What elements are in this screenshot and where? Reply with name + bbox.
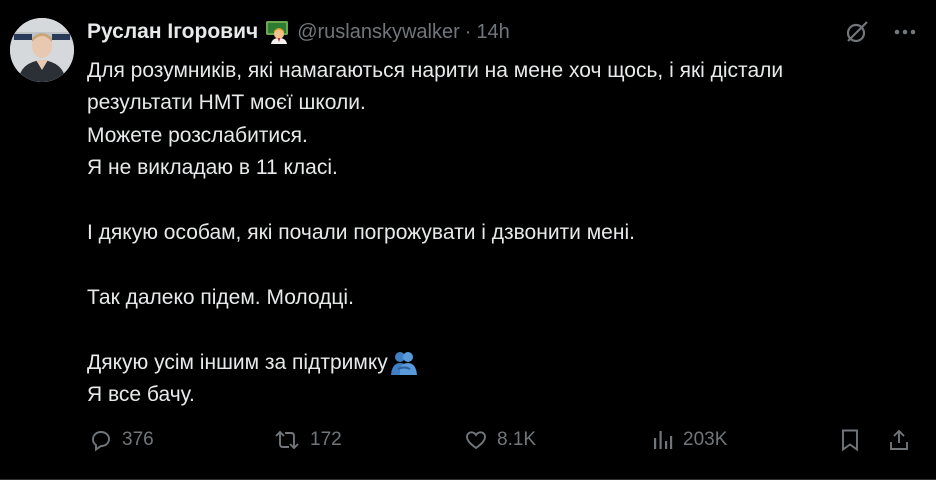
tweet-text-line: І дякую особам, які почали погрожувати і…: [87, 220, 635, 244]
reply-icon: [92, 431, 110, 452]
views-button[interactable]: 203K: [652, 424, 727, 456]
bookmark-icon: [842, 429, 858, 452]
reply-count: 376: [122, 429, 154, 450]
tweet-text-line: Так далеко підем. Молодці.: [87, 285, 354, 309]
display-name[interactable]: Руслан Ігорович: [87, 20, 258, 44]
tweet-top-actions: [844, 19, 916, 45]
bookmark-button[interactable]: [839, 424, 861, 456]
people-hugging-icon: [390, 350, 418, 376]
tweet-text-line-with-emoji: Дякую усім іншим за підтримку: [87, 347, 917, 379]
tweet-text: Для розумників, які намагаються нарити н…: [87, 55, 917, 411]
repost-button[interactable]: 172: [273, 424, 342, 456]
tweet-text-line: Для розумників, які намагаються нарити н…: [87, 59, 784, 82]
tweet-text-line: Я не викладаю в 11 класі.: [87, 156, 338, 180]
tweet[interactable]: Руслан Ігорович @ruslanskywalker · 14h Д…: [0, 0, 936, 480]
tweet-header: Руслан Ігорович @ruslanskywalker · 14h: [87, 17, 510, 47]
more-options-icon[interactable]: [894, 29, 916, 35]
author-handle[interactable]: @ruslanskywalker: [297, 21, 460, 44]
tweet-text-line: Я все бачу.: [87, 382, 195, 406]
tweet-text-line: результати НМТ моєї школи.: [87, 91, 366, 115]
tweet-text-line: Можете розслабитися.: [87, 123, 308, 147]
repost-icon: [275, 430, 299, 450]
views-count: 203K: [683, 429, 728, 450]
tweet-action-bar: 376 172 8.1K 203K: [87, 424, 916, 456]
like-button[interactable]: 8.1K: [464, 424, 536, 456]
heart-icon: [466, 431, 486, 450]
grok-icon[interactable]: [844, 19, 870, 45]
timestamp[interactable]: 14h: [476, 21, 509, 44]
separator-dot: ·: [464, 20, 472, 43]
reply-button[interactable]: 376: [89, 424, 154, 456]
repost-count: 172: [310, 429, 342, 450]
tweet-text-line: Дякую усім іншим за підтримку: [87, 350, 388, 374]
share-icon: [890, 429, 908, 450]
like-count: 8.1K: [497, 429, 537, 450]
avatar[interactable]: [10, 18, 74, 82]
teacher-emoji-icon: [265, 20, 289, 44]
share-button[interactable]: [887, 424, 911, 456]
views-icon: [654, 431, 673, 449]
